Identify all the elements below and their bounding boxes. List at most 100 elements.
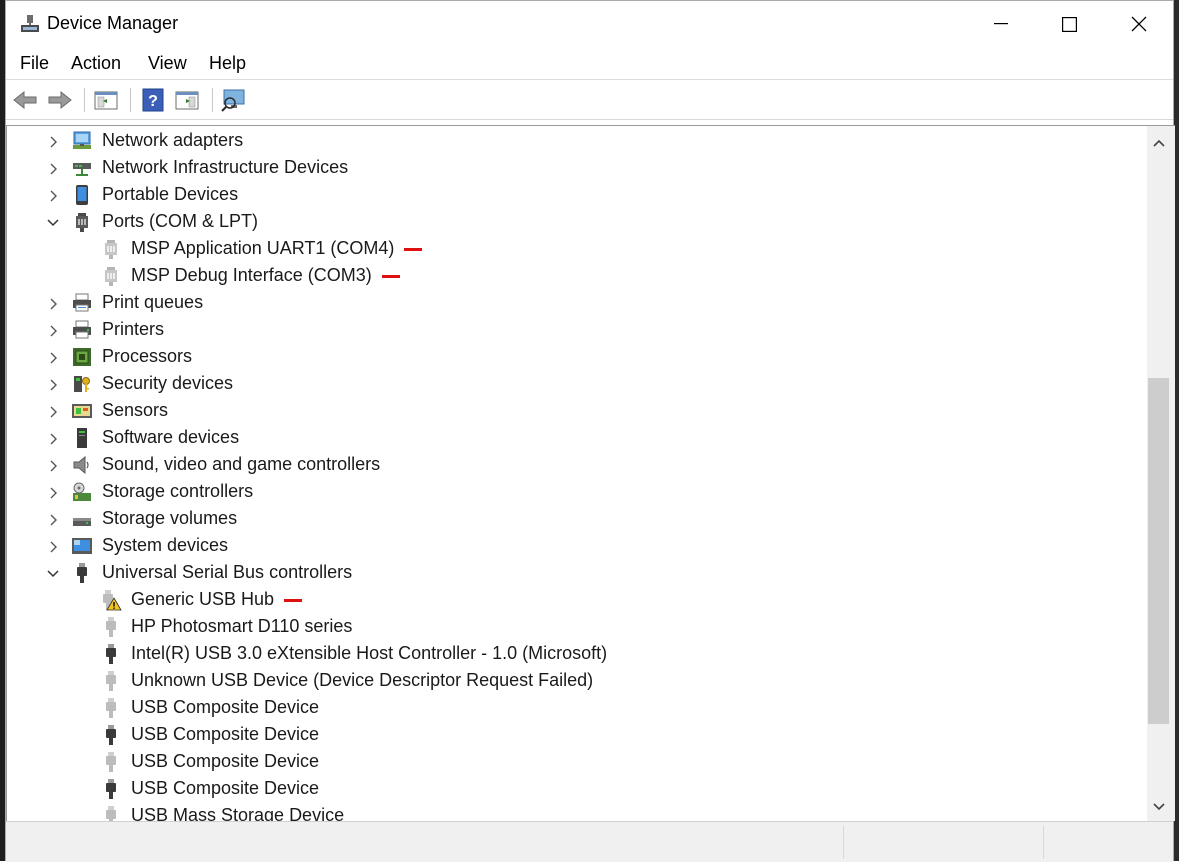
speaker-icon xyxy=(73,455,89,475)
usb-plug-light-icon xyxy=(106,698,116,718)
tree-device[interactable]: MSP Application UART1 (COM4) xyxy=(7,236,1147,263)
usb-plug-icon xyxy=(106,779,116,799)
maximize-button[interactable] xyxy=(1034,1,1104,47)
tree-item-label: MSP Debug Interface (COM3) xyxy=(131,265,372,285)
tree-category[interactable]: Universal Serial Bus controllers xyxy=(7,560,1147,587)
tree-item-label: Processors xyxy=(102,346,193,366)
red-annotation-mark xyxy=(284,599,303,602)
chevron-right-icon[interactable] xyxy=(45,458,61,474)
scan-hardware-icon xyxy=(221,89,245,112)
tree-category[interactable]: Network Infrastructure Devices xyxy=(7,155,1147,182)
tree-device[interactable]: Intel(R) USB 3.0 eXtensible Host Control… xyxy=(7,641,1147,668)
tree-category[interactable]: Printers xyxy=(7,317,1147,344)
menu-action[interactable]: Action xyxy=(71,53,121,74)
menu-file[interactable]: File xyxy=(20,53,49,74)
chevron-right-icon[interactable] xyxy=(45,323,61,339)
port-icon xyxy=(76,213,88,232)
security-device-icon xyxy=(74,376,90,392)
back-icon xyxy=(13,90,37,110)
minimize-button[interactable] xyxy=(966,1,1036,47)
chevron-right-icon[interactable] xyxy=(45,512,61,528)
tree-category[interactable]: Storage controllers xyxy=(7,479,1147,506)
chevron-right-icon[interactable] xyxy=(45,188,61,204)
back-button[interactable] xyxy=(11,86,39,114)
maximize-icon xyxy=(1061,16,1077,32)
show-hide-console-tree-button[interactable] xyxy=(92,86,120,114)
tree-item-label: MSP Application UART1 (COM4) xyxy=(131,238,395,258)
scroll-thumb[interactable] xyxy=(1148,378,1169,724)
chevron-right-icon[interactable] xyxy=(45,431,61,447)
tree-category[interactable]: Network adapters xyxy=(7,128,1147,155)
tree-item-label: Unknown USB Device (Device Descriptor Re… xyxy=(131,670,594,690)
tree-device[interactable]: MSP Debug Interface (COM3) xyxy=(7,263,1147,290)
red-annotation-mark xyxy=(404,248,423,251)
usb-plug-icon xyxy=(106,725,116,745)
usb-plug-light-icon xyxy=(106,671,116,691)
tree-device[interactable]: USB Composite Device xyxy=(7,776,1147,803)
tree-category[interactable]: Ports (COM & LPT) xyxy=(7,209,1147,236)
print-queue-icon xyxy=(73,293,91,312)
tree-category[interactable]: Storage volumes xyxy=(7,506,1147,533)
tree-device[interactable]: USB Composite Device xyxy=(7,749,1147,776)
tree-item-label: Storage controllers xyxy=(102,481,254,501)
menu-help[interactable]: Help xyxy=(209,53,246,74)
forward-button[interactable] xyxy=(46,86,74,114)
tree-device[interactable]: USB Mass Storage Device xyxy=(7,803,1147,821)
status-divider xyxy=(843,826,844,859)
close-icon xyxy=(1131,16,1147,32)
tree-item-label: USB Composite Device xyxy=(131,778,320,798)
toolbar-separator xyxy=(130,88,131,112)
chevron-right-icon[interactable] xyxy=(45,539,61,555)
chevron-right-icon[interactable] xyxy=(45,485,61,501)
tree-device[interactable]: HP Photosmart D110 series xyxy=(7,614,1147,641)
tree-item-label: Sensors xyxy=(102,400,169,420)
scan-hardware-button[interactable] xyxy=(220,86,248,114)
network-adapter-icon xyxy=(73,131,91,149)
tree-category[interactable]: Portable Devices xyxy=(7,182,1147,209)
menu-view[interactable]: View xyxy=(148,53,187,74)
title-bar[interactable]: Device Manager xyxy=(6,1,1173,47)
tree-category[interactable]: Software devices xyxy=(7,425,1147,452)
usb-warning-icon xyxy=(103,590,122,611)
chevron-right-icon[interactable] xyxy=(45,350,61,366)
tree-category[interactable]: Security devices xyxy=(7,371,1147,398)
scroll-up-icon[interactable] xyxy=(1150,134,1168,152)
software-device-icon xyxy=(77,428,87,448)
chevron-right-icon[interactable] xyxy=(45,404,61,420)
tree-device[interactable]: USB Composite Device xyxy=(7,722,1147,749)
tree-device[interactable]: USB Composite Device xyxy=(7,695,1147,722)
chevron-right-icon[interactable] xyxy=(45,161,61,177)
tree-item-label: Network adapters xyxy=(102,130,244,150)
tree-item-label: Portable Devices xyxy=(102,184,239,204)
red-annotation-mark xyxy=(381,275,400,278)
tree-category[interactable]: System devices xyxy=(7,533,1147,560)
chevron-down-icon[interactable] xyxy=(45,566,61,582)
scroll-down-icon[interactable] xyxy=(1150,798,1168,816)
tree-item-label: Print queues xyxy=(102,292,204,312)
tree-item-label: Generic USB Hub xyxy=(131,589,275,609)
tree-item-label: Security devices xyxy=(102,373,234,393)
menu-bar: File Action View Help xyxy=(6,47,1173,79)
tree-device[interactable]: Generic USB Hub xyxy=(7,587,1147,614)
chevron-down-icon[interactable] xyxy=(45,215,61,231)
vertical-scrollbar[interactable] xyxy=(1147,125,1175,821)
chevron-right-icon[interactable] xyxy=(45,134,61,150)
minimize-icon xyxy=(994,23,1008,25)
tree-category[interactable]: Processors xyxy=(7,344,1147,371)
help-button[interactable]: ? xyxy=(139,86,167,114)
tree-device[interactable]: Unknown USB Device (Device Descriptor Re… xyxy=(7,668,1147,695)
usb-plug-light-icon xyxy=(106,806,116,821)
tree-category[interactable]: Print queues xyxy=(7,290,1147,317)
tree-item-label: Software devices xyxy=(102,427,240,447)
status-bar xyxy=(6,821,1173,862)
chevron-right-icon[interactable] xyxy=(45,296,61,312)
device-tree[interactable]: Network adapters Network Infrastructure D… xyxy=(6,125,1147,821)
properties-button[interactable] xyxy=(173,86,201,114)
tree-item-label: USB Composite Device xyxy=(131,724,320,744)
tree-category[interactable]: Sensors xyxy=(7,398,1147,425)
chevron-right-icon[interactable] xyxy=(45,377,61,393)
tree-category[interactable]: Sound, video and game controllers xyxy=(7,452,1147,479)
device-manager-window: Device Manager File Action View Help ? N… xyxy=(5,0,1175,862)
close-button[interactable] xyxy=(1104,1,1174,47)
tree-item-label: Ports (COM & LPT) xyxy=(102,211,259,231)
